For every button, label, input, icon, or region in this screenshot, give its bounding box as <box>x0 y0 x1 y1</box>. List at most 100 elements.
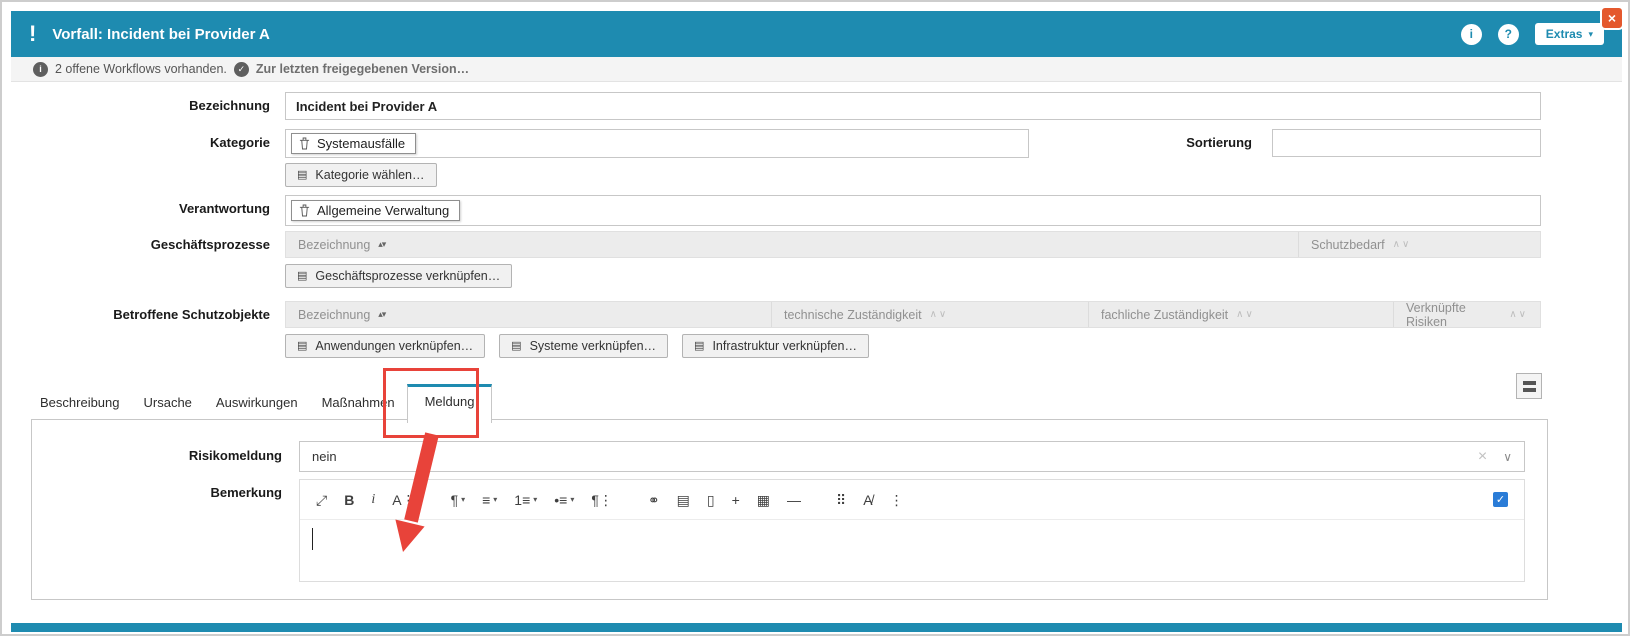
clear-formatting-icon: A̸ <box>863 493 872 507</box>
kategorie-chip-label: Systemausfälle <box>317 136 405 151</box>
geschaeftsprozesse-verknuepfen-button[interactable]: ▤ Geschäftsprozesse verknüpfen… <box>285 264 512 288</box>
paragraph-format-button[interactable]: ¶▾ <box>451 493 466 507</box>
text-cursor <box>312 528 313 550</box>
more-text-icon: A⋮ <box>392 493 415 507</box>
clear-formatting-button[interactable]: A̸ <box>863 493 872 507</box>
table-icon: ▦ <box>757 493 770 507</box>
column-label: Schutzbedarf <box>1311 238 1385 252</box>
bemerkung-editor: ⤢ B i A⋮ ¶▾ ≡▾ 1≡▾ •≡▾ ¶⋮ ⚭ ▤ ▯ + ▦ — ⠿ … <box>299 479 1525 582</box>
tab-meldung[interactable]: Meldung <box>407 384 493 423</box>
unordered-list-icon: •≡ <box>554 493 567 507</box>
plus-icon: + <box>732 493 740 507</box>
more-text-button[interactable]: A⋮ <box>392 493 415 507</box>
link-icon: ⚭ <box>648 493 660 507</box>
bottom-bar <box>11 623 1622 632</box>
risikomeldung-label: Risikomeldung <box>52 448 282 463</box>
ordered-list-icon: 1≡ <box>514 493 530 507</box>
editor-checkbox[interactable]: ✓ <box>1493 492 1508 507</box>
clear-icon[interactable]: × <box>1478 448 1487 466</box>
verantwortung-label: Verantwortung <box>25 201 270 216</box>
insert-link-button[interactable]: ⚭ <box>648 493 660 507</box>
italic-icon: i <box>371 493 375 507</box>
infrastruktur-verknuepfen-label: Infrastruktur verknüpfen… <box>712 339 857 353</box>
bold-button[interactable]: B <box>344 493 354 507</box>
info-icon[interactable]: i <box>1461 24 1482 45</box>
alert-icon: ! <box>29 23 36 45</box>
ordered-list-button[interactable]: 1≡▾ <box>514 493 537 507</box>
systeme-verknuepfen-label: Systeme verknüpfen… <box>530 339 656 353</box>
anwendungen-verknuepfen-button[interactable]: ▤ Anwendungen verknüpfen… <box>285 334 485 358</box>
geschaeftsprozesse-verknuepfen-label: Geschäftsprozesse verknüpfen… <box>315 269 500 283</box>
trash-icon[interactable] <box>299 204 310 217</box>
tab-massnahmen[interactable]: Maßnahmen <box>310 386 407 423</box>
sort-icon[interactable]: ∧∨ <box>1236 309 1255 320</box>
editor-content[interactable] <box>300 520 1524 581</box>
column-label: Verknüpfte Risiken <box>1406 301 1501 329</box>
tab-ursache[interactable]: Ursache <box>132 386 204 423</box>
sort-icon[interactable]: ∧∨ <box>1393 239 1412 250</box>
list-icon: ▤ <box>297 170 307 181</box>
sort-icon[interactable]: ∧∨ <box>930 309 949 320</box>
align-icon: ≡ <box>482 493 490 507</box>
meldung-panel: Risikomeldung nein × ∨ Bemerkung ⤢ B i A… <box>31 419 1548 600</box>
column-header-schutzbedarf[interactable]: Schutzbedarf ∧∨ <box>1298 232 1540 257</box>
rows-icon <box>1523 381 1536 392</box>
trash-icon[interactable] <box>299 137 310 150</box>
sortierung-input[interactable] <box>1272 129 1541 157</box>
kategorie-field[interactable]: Systemausfälle <box>285 129 1029 158</box>
chevron-down-icon[interactable]: ∨ <box>1503 450 1512 464</box>
unordered-list-button[interactable]: •≡▾ <box>554 493 574 507</box>
kategorie-waehlen-button[interactable]: ▤ Kategorie wählen… <box>285 163 437 187</box>
fullscreen-icon: ⤢ <box>316 493 327 507</box>
list-icon: ▤ <box>297 341 307 352</box>
more-paragraph-icon: ¶⋮ <box>591 493 613 507</box>
caret-down-icon: ▾ <box>570 495 574 504</box>
more-misc-icon: ⋮ <box>890 493 904 507</box>
geschaeftsprozesse-table-header: Bezeichnung ▴▾ Schutzbedarf ∧∨ <box>285 231 1541 258</box>
check-circle-icon: ✓ <box>234 62 249 77</box>
insert-more-button[interactable]: + <box>732 493 740 507</box>
column-header-bezeichnung[interactable]: Bezeichnung ▴▾ <box>286 302 771 327</box>
more-misc-button[interactable]: ⋮ <box>890 493 904 507</box>
workflows-text: 2 offene Workflows vorhanden. <box>55 62 227 76</box>
risikomeldung-value: nein <box>312 449 337 464</box>
bezeichnung-input[interactable] <box>285 92 1541 120</box>
fullscreen-button[interactable]: ⤢ <box>316 493 327 507</box>
kategorie-chip[interactable]: Systemausfälle <box>291 133 416 154</box>
insert-table-button[interactable]: ▦ <box>757 493 770 507</box>
geschaeftsprozesse-label: Geschäftsprozesse <box>25 237 270 252</box>
column-header-bezeichnung[interactable]: Bezeichnung ▴▾ <box>286 232 1298 257</box>
app-window: × ! Vorfall: Incident bei Provider A i ?… <box>0 0 1630 636</box>
schutzobjekte-label: Betroffene Schutzobjekte <box>25 307 270 322</box>
special-characters-button[interactable]: ⠿ <box>836 493 846 507</box>
infrastruktur-verknuepfen-button[interactable]: ▤ Infrastruktur verknüpfen… <box>682 334 869 358</box>
help-icon[interactable]: ? <box>1498 24 1519 45</box>
column-label: technische Zuständigkeit <box>784 308 922 322</box>
column-label: Bezeichnung <box>298 238 370 252</box>
column-header-technische-zustaendigkeit[interactable]: technische Zuständigkeit ∧∨ <box>771 302 1088 327</box>
more-paragraph-button[interactable]: ¶⋮ <box>591 493 613 507</box>
insert-image-button[interactable]: ▤ <box>677 493 690 507</box>
tab-auswirkungen[interactable]: Auswirkungen <box>204 386 310 423</box>
insert-file-button[interactable]: ▯ <box>707 493 715 507</box>
verantwortung-field[interactable]: Allgemeine Verwaltung <box>285 195 1541 226</box>
sort-icon[interactable]: ∧∨ <box>1509 309 1528 320</box>
close-button[interactable]: × <box>1600 6 1624 30</box>
extras-button[interactable]: Extras ▾ <box>1535 23 1604 45</box>
align-button[interactable]: ≡▾ <box>482 493 497 507</box>
column-header-fachliche-zustaendigkeit[interactable]: fachliche Zuständigkeit ∧∨ <box>1088 302 1393 327</box>
view-toggle-button[interactable] <box>1516 373 1542 399</box>
sort-icon[interactable]: ▴▾ <box>378 239 385 250</box>
italic-button[interactable]: i <box>371 493 375 507</box>
horizontal-line-icon: — <box>787 493 801 507</box>
page-title: Vorfall: Incident bei Provider A <box>52 26 270 43</box>
column-header-verknuepfte-risiken[interactable]: Verknüpfte Risiken ∧∨ <box>1393 302 1540 327</box>
risikomeldung-select[interactable]: nein × ∨ <box>299 441 1525 472</box>
verantwortung-chip[interactable]: Allgemeine Verwaltung <box>291 200 460 221</box>
tab-beschreibung[interactable]: Beschreibung <box>28 386 132 423</box>
version-link[interactable]: Zur letzten freigegebenen Version… <box>256 62 469 76</box>
systeme-verknuepfen-button[interactable]: ▤ Systeme verknüpfen… <box>499 334 668 358</box>
horizontal-line-button[interactable]: — <box>787 493 801 507</box>
caret-down-icon: ▾ <box>533 495 537 504</box>
sort-icon[interactable]: ▴▾ <box>378 309 385 320</box>
